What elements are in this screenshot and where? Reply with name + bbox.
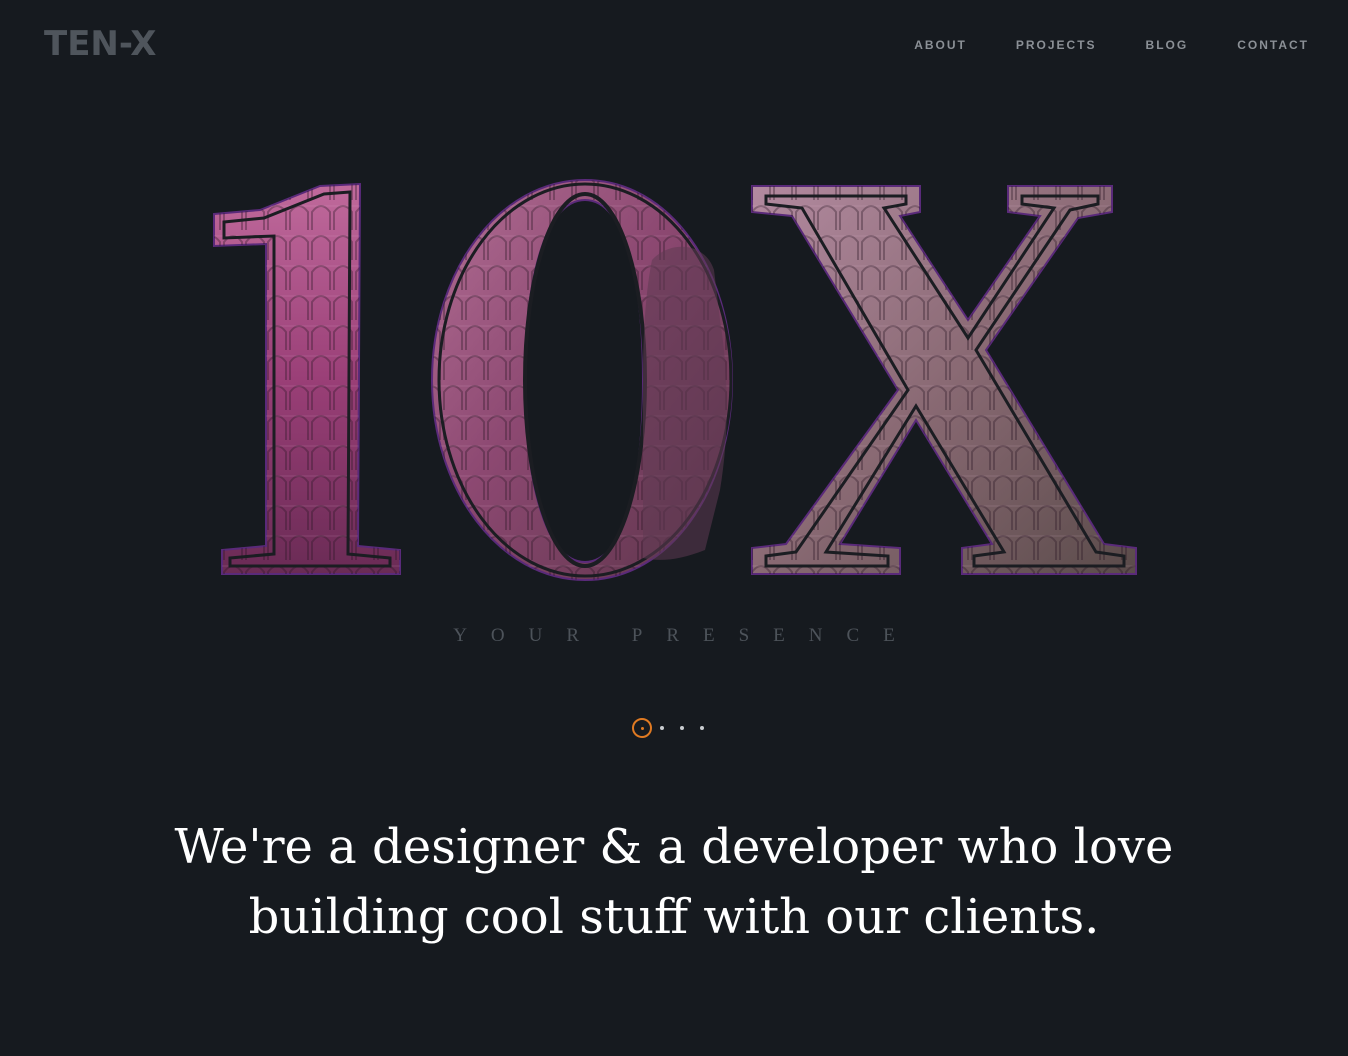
hero-subtitle: YOUR PRESENCE [453, 625, 919, 646]
hero-10x-image [213, 178, 1137, 582]
slider-pagination [632, 716, 720, 740]
tagline: We're a designer & a developer who love … [0, 812, 1348, 952]
nav-contact[interactable]: CONTACT [1237, 36, 1309, 54]
slider-dot[interactable] [680, 726, 684, 730]
letter-x [751, 185, 1137, 575]
main-nav: ABOUT PROJECTS BLOG CONTACT [914, 36, 1309, 54]
slider-dot[interactable] [660, 726, 664, 730]
nav-blog[interactable]: BLOG [1146, 36, 1189, 54]
nav-about[interactable]: ABOUT [914, 36, 967, 54]
letter-zero [430, 178, 734, 582]
tagline-line-2: building cool stuff with our clients. [248, 889, 1100, 945]
slider-dot[interactable] [700, 726, 704, 730]
tagline-line-1: We're a designer & a developer who love [174, 819, 1174, 875]
nav-projects[interactable]: PROJECTS [1016, 36, 1097, 54]
logo[interactable]: TEN-X [44, 24, 156, 64]
letter-one [213, 182, 401, 575]
slider-dot-active[interactable] [632, 718, 652, 738]
hero-graphic [200, 170, 1150, 590]
